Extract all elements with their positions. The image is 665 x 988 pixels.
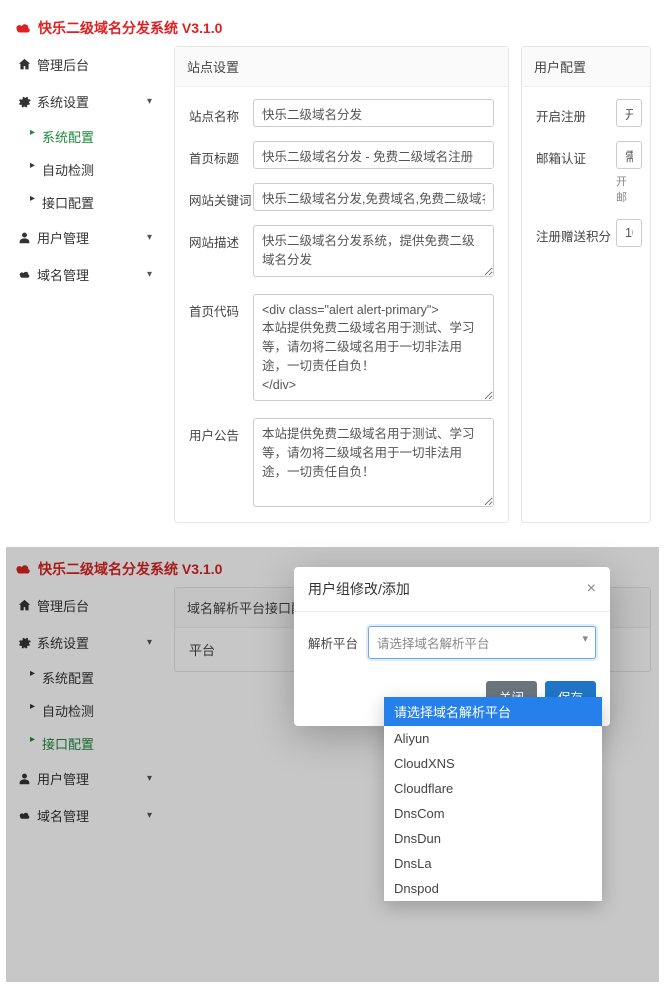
home-icon <box>18 599 31 612</box>
sub-auto-detect[interactable]: 自动检测 <box>28 153 162 186</box>
nav-label-user-2: 用户管理 <box>37 769 89 788</box>
cloud-icon <box>18 809 31 822</box>
dropdown-option[interactable]: DnsDun <box>384 826 602 851</box>
nav-label-system-2: 系统设置 <box>37 633 89 652</box>
input-register-bonus[interactable] <box>616 219 642 247</box>
nav-user-manage-2[interactable]: 用户管理 ▾ <box>14 760 162 797</box>
hint-email-verify: 开 邮 <box>616 173 642 205</box>
sub-interface-config-2[interactable]: 接口配置 <box>28 727 162 760</box>
chevron-down-icon: ▾ <box>147 269 152 280</box>
modal-field-label: 解析平台 <box>308 626 368 652</box>
label-home-title: 首页标题 <box>189 141 253 167</box>
nav-admin-home-2[interactable]: 管理后台 <box>14 587 162 624</box>
brand-version-2: V3.1.0 <box>182 561 222 577</box>
brand: 快乐二级域名分发系统 V3.1.0 <box>14 18 651 38</box>
brand-version: V3.1.0 <box>182 20 222 36</box>
textarea-description[interactable]: 快乐二级域名分发系统，提供免费二级域名分发 <box>253 225 494 277</box>
textarea-home-code[interactable]: <div class="alert alert-primary"> 本站提供免费… <box>253 294 494 402</box>
dropdown-option[interactable]: 请选择域名解析平台 <box>384 697 602 726</box>
chevron-down-icon: ▾ <box>147 810 152 821</box>
panel-top: 快乐二级域名分发系统 V3.1.0 管理后台 系统设置 ▾ 系统配置 自动检测 … <box>6 6 659 531</box>
label-email-verify: 邮箱认证 <box>536 141 616 167</box>
panel-bottom-wrap: 快乐二级域名分发系统 V3.1.0 管理后台 系统设置 ▾ 系统配置 自动检测 … <box>6 547 659 982</box>
label-open-register: 开启注册 <box>536 99 616 125</box>
sub-system-config[interactable]: 系统配置 <box>28 120 162 153</box>
dropdown-option[interactable]: Aliyun <box>384 726 602 751</box>
nav-user-manage[interactable]: 用户管理 ▾ <box>14 219 162 256</box>
sub-interface-config[interactable]: 接口配置 <box>28 186 162 219</box>
cog-icon <box>18 636 31 649</box>
chevron-down-icon: ▾ <box>147 232 152 243</box>
user-config-card: 用户配置 开启注册 邮箱认证 开 邮 <box>521 46 651 523</box>
header: 快乐二级域名分发系统 V3.1.0 <box>6 6 659 46</box>
nav-label-system: 系统设置 <box>37 92 89 111</box>
brand-title-2: 快乐二级域名分发系统 <box>38 561 178 577</box>
chevron-down-icon: ▾ <box>147 96 152 107</box>
label-home-code: 首页代码 <box>189 294 253 320</box>
nav-label-user: 用户管理 <box>37 228 89 247</box>
dropdown-option[interactable]: CloudXNS <box>384 751 602 776</box>
cog-icon <box>18 95 31 108</box>
chevron-down-icon: ▾ <box>147 637 152 648</box>
label-keywords: 网站关键词 <box>189 183 253 209</box>
select-open-register[interactable] <box>616 99 642 127</box>
nav-domain-manage-2[interactable]: 域名管理 ▾ <box>14 797 162 834</box>
label-register-bonus: 注册赠送积分 <box>536 219 616 245</box>
label-description: 网站描述 <box>189 225 253 251</box>
brand-title: 快乐二级域名分发系统 <box>38 20 178 36</box>
textarea-user-notice[interactable]: 本站提供免费二级域名用于测试、学习等，请勿将二级域名用于一切非法用途，一切责任自… <box>253 418 494 507</box>
sub-system-config-2[interactable]: 系统配置 <box>28 661 162 694</box>
sidebar: 管理后台 系统设置 ▾ 系统配置 自动检测 接口配置 用户管理 ▾ 域名管理 <box>14 46 162 293</box>
modal-title: 用户组修改/添加 <box>308 579 410 599</box>
nav-label-home-2: 管理后台 <box>37 596 89 615</box>
user-icon <box>18 231 31 244</box>
nav-label-home: 管理后台 <box>37 55 89 74</box>
site-card-title: 站点设置 <box>175 47 508 87</box>
input-keywords[interactable] <box>253 183 494 211</box>
label-user-notice: 用户公告 <box>189 418 253 444</box>
user-icon <box>18 772 31 785</box>
nav-system-settings-2[interactable]: 系统设置 ▾ <box>14 624 162 661</box>
chevron-down-icon: ▾ <box>147 773 152 784</box>
cloud-icon <box>14 563 32 575</box>
content-area: 站点设置 站点名称 首页标题 网站关键词 <box>174 46 651 523</box>
resolver-dropdown[interactable]: 请选择域名解析平台 Aliyun CloudXNS Cloudflare Dns… <box>384 697 602 901</box>
sidebar-2: 管理后台 系统设置 ▾ 系统配置 自动检测 接口配置 用户管理 ▾ <box>14 587 162 834</box>
nav-label-domain-2: 域名管理 <box>37 806 89 825</box>
select-email-verify[interactable] <box>616 141 642 169</box>
nav-system-sub: 系统配置 自动检测 接口配置 <box>14 120 162 219</box>
dropdown-option[interactable]: Dnspod <box>384 876 602 901</box>
sub-auto-detect-2[interactable]: 自动检测 <box>28 694 162 727</box>
dropdown-option[interactable]: DnsCom <box>384 801 602 826</box>
cloud-icon <box>18 268 31 281</box>
site-settings-card: 站点设置 站点名称 首页标题 网站关键词 <box>174 46 509 523</box>
input-home-title[interactable] <box>253 141 494 169</box>
nav-label-domain: 域名管理 <box>37 265 89 284</box>
select-resolver-platform[interactable]: 请选择域名解析平台 <box>368 626 596 659</box>
dropdown-option[interactable]: Cloudflare <box>384 776 602 801</box>
nav-admin-home[interactable]: 管理后台 <box>14 46 162 83</box>
user-card-title: 用户配置 <box>522 47 650 87</box>
dropdown-option[interactable]: DnsLa <box>384 851 602 876</box>
cloud-icon <box>14 22 32 34</box>
nav-system-settings[interactable]: 系统设置 ▾ <box>14 83 162 120</box>
input-site-name[interactable] <box>253 99 494 127</box>
close-icon[interactable]: × <box>587 581 596 597</box>
home-icon <box>18 58 31 71</box>
label-site-name: 站点名称 <box>189 99 253 125</box>
nav-domain-manage[interactable]: 域名管理 ▾ <box>14 256 162 293</box>
